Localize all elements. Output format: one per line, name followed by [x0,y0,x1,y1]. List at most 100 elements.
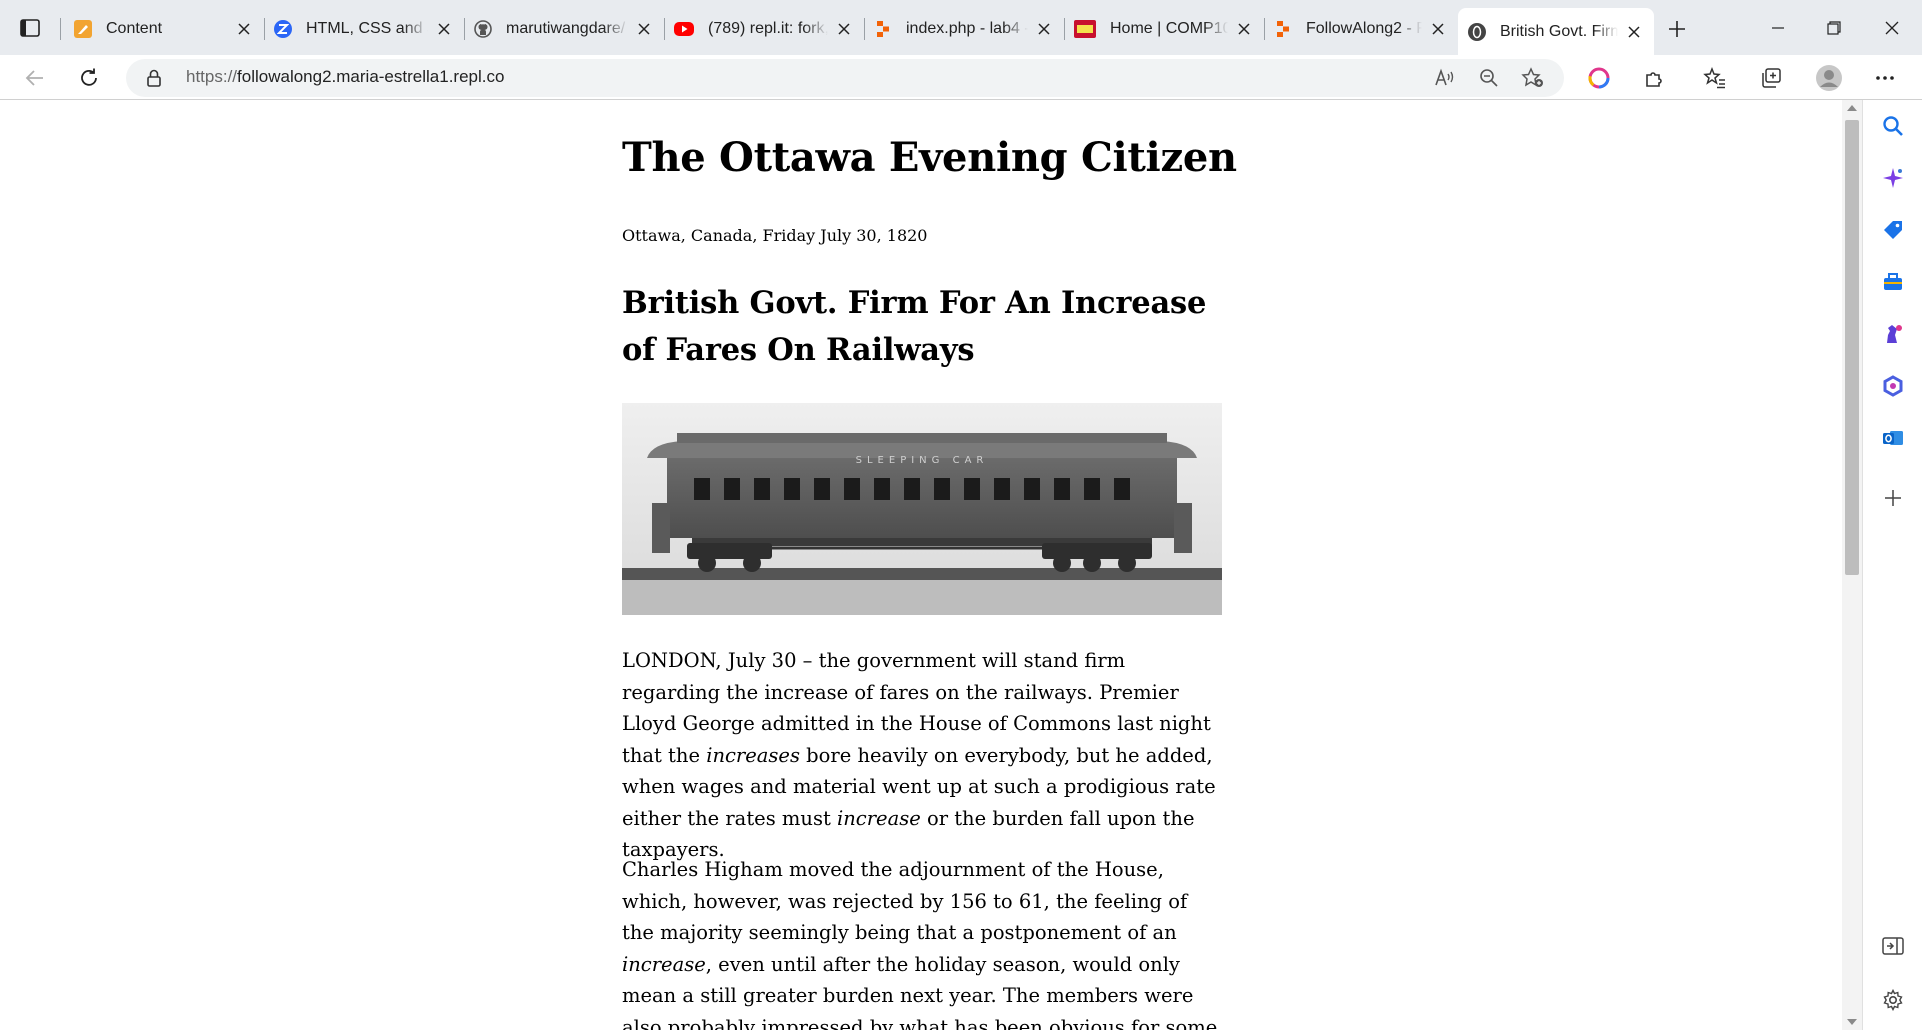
toolbox-icon [1884,273,1902,290]
tab-7-active[interactable]: British Govt. Firm [1458,8,1654,55]
close-tab-icon[interactable] [434,19,454,39]
back-button[interactable] [18,61,52,95]
url-host: followalong2.maria-estrella1.repl.co [237,67,505,86]
scrollbar-thumb[interactable] [1845,120,1859,575]
scroll-up-arrow-icon[interactable] [1847,105,1857,111]
sidebar-shopping-button[interactable] [1879,216,1907,244]
profile-button[interactable] [1812,61,1846,95]
search-icon [1883,116,1903,136]
article-paragraph-1: LONDON, July 30 – the government will st… [622,645,1222,866]
read-aloud-icon[interactable] [1432,66,1458,90]
car-window [754,478,770,500]
paragraph-text: Charles Higham moved the adjournment of … [622,858,1188,944]
sidebar-tools-button[interactable] [1879,268,1907,296]
plus-icon [1669,21,1685,37]
car-window [814,478,830,500]
collections-icon [1762,68,1781,88]
z-letter-icon [274,20,292,38]
restore-window-button[interactable] [1814,10,1854,46]
price-tag-icon [1884,221,1902,239]
close-tab-icon[interactable] [1234,19,1254,39]
chess-piece-icon [1887,325,1902,343]
close-tab-icon[interactable] [834,19,854,39]
gear-icon [1883,989,1903,1011]
sidebar-search-button[interactable] [1879,112,1907,140]
close-window-button[interactable] [1872,10,1912,46]
copilot-extension-button[interactable] [1582,61,1616,95]
hide-sidebar-button[interactable] [1879,932,1907,960]
tab-actions-icon [20,19,40,37]
car-window [994,478,1010,500]
reload-icon [81,68,97,86]
puzzle-icon [1646,72,1662,87]
close-tab-icon[interactable] [234,19,254,39]
sidebar-collapse-icon [1882,937,1904,955]
tab-3[interactable]: (789) repl.it: fork, [664,10,864,48]
car-window [844,478,860,500]
article-headline: British Govt. Firm For An Increase of Fa… [622,285,1207,368]
more-dots-icon [1876,76,1894,80]
tab-2[interactable]: marutiwangdare/ [464,10,664,48]
url-text[interactable]: https://followalong2.maria-estrella1.rep… [186,67,504,87]
close-tab-icon[interactable] [1034,19,1054,39]
tab-title: Home | COMP100 [1110,20,1228,37]
close-icon [1885,21,1899,35]
tab-separator [60,18,61,40]
sidebar-outlook-button[interactable] [1879,424,1907,452]
browser-toolbar: https://followalong2.maria-estrella1.rep… [0,55,1922,100]
tab-0[interactable]: Content [64,10,264,48]
car-lettering: SLEEPING CAR [856,455,989,466]
car-window [934,478,950,500]
html-icon [1074,20,1096,38]
edge-sidebar [1862,100,1922,1030]
favorites-button[interactable] [1698,61,1732,95]
tab-title: British Govt. Firm [1500,22,1618,40]
pencil-notes-icon [74,20,92,38]
close-tab-icon[interactable] [1624,22,1644,42]
car-window [904,478,920,500]
collections-button[interactable] [1754,61,1788,95]
new-tab-button[interactable] [1662,14,1692,44]
add-favorite-icon[interactable] [1520,66,1546,90]
arrow-left-icon [25,70,43,86]
close-tab-icon[interactable] [634,19,654,39]
sidebar-copilot-button[interactable] [1879,164,1907,192]
plus-icon [1885,490,1901,506]
close-tab-icon[interactable] [1428,19,1448,39]
zoom-out-icon[interactable] [1476,66,1502,90]
minimize-window-button[interactable] [1758,10,1798,46]
tab-5[interactable]: Home | COMP100 [1064,10,1264,48]
sidebar-microsoft365-button[interactable] [1879,372,1907,400]
page-scrollbar[interactable] [1842,100,1862,1030]
tab-actions-menu-button[interactable] [14,14,46,42]
tab-1[interactable]: HTML, CSS and JS [264,10,464,48]
tab-title: index.php - lab4 - [906,20,1028,37]
extensions-button[interactable] [1638,61,1672,95]
globe-dark-icon [1468,22,1486,41]
tab-4[interactable]: index.php - lab4 - [864,10,1064,48]
tab-title: FollowAlong2 - Re [1306,20,1422,37]
address-bar[interactable]: https://followalong2.maria-estrella1.rep… [126,59,1564,97]
car-window [1024,478,1040,500]
car-window [694,478,710,500]
minimize-icon [1772,27,1784,29]
tab-6[interactable]: FollowAlong2 - Re [1264,10,1458,48]
reload-button[interactable] [72,61,106,95]
github-icon [474,20,492,38]
settings-more-button[interactable] [1868,61,1902,95]
tab-title: (789) repl.it: fork, [708,20,828,37]
tab-strip: Content HTML, CSS and JS marutiwangdare/… [0,0,1922,55]
tab-title: Content [106,20,163,37]
lock-icon[interactable] [146,69,162,91]
youtube-icon [674,22,694,36]
outlook-icon [1883,431,1903,445]
sleeping-car-photo: SLEEPING CAR [622,403,1222,615]
sidebar-settings-button[interactable] [1879,986,1907,1014]
sidebar-add-button[interactable] [1879,484,1907,512]
paragraph-text: , even until after the holiday season, w… [622,952,1218,1030]
article-paragraph-2: Charles Higham moved the adjournment of … [622,854,1222,1030]
scroll-down-arrow-icon[interactable] [1847,1019,1857,1025]
replit-icon [874,20,892,38]
sidebar-games-button[interactable] [1879,320,1907,348]
car-window [724,478,740,500]
